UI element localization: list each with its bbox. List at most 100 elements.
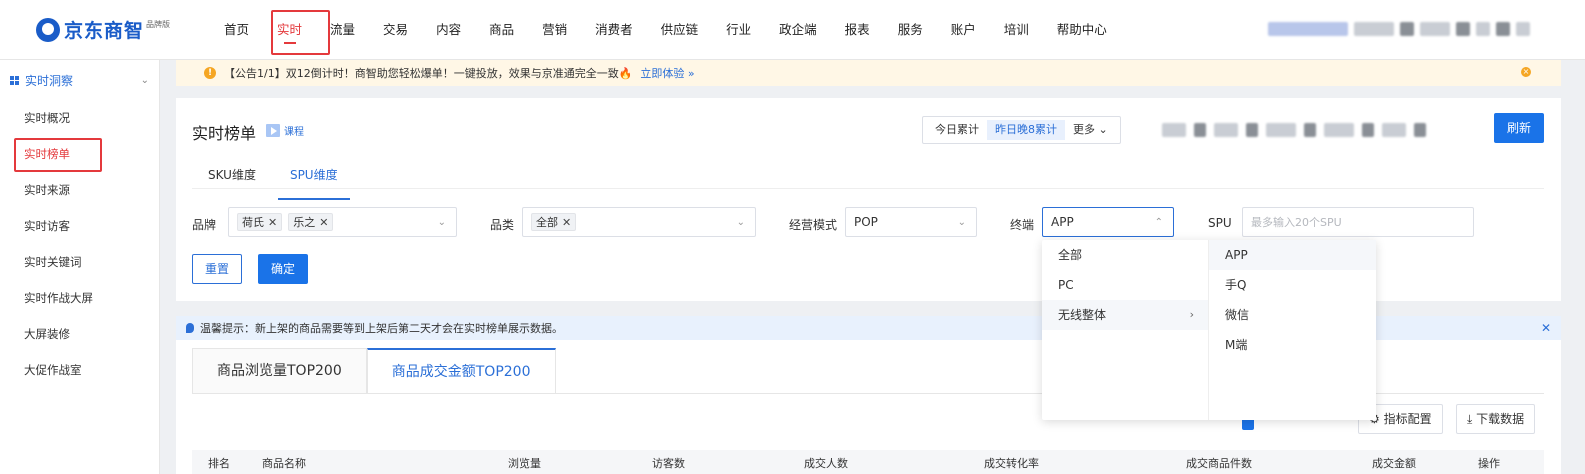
th-units-sold: 成交商品件数 [1186,457,1252,470]
sidebar-item-battle-screen[interactable]: 实时作战大屏 [0,280,159,316]
seg-today-cumulative[interactable]: 今日累计 [927,120,987,140]
reset-button[interactable]: 重置 [192,254,242,284]
blur-block [1496,22,1510,36]
course-link[interactable]: 课程 [266,123,304,138]
spu-label: SPU [1208,216,1232,230]
blur-block [1304,123,1316,137]
th-views: 浏览量 [508,457,541,470]
nav-item-home[interactable]: 首页 [210,0,263,60]
sidebar-item-sources[interactable]: 实时来源 [0,172,159,208]
blur-block [1246,123,1258,137]
seg-more-dropdown[interactable]: 更多 ⌄ [1065,120,1116,140]
option-qq-mobile[interactable]: 手Q [1209,270,1376,300]
option-m-site[interactable]: M端 [1209,330,1376,360]
option-pc[interactable]: PC [1042,270,1208,300]
blur-block [1414,123,1426,137]
logo-text: 京东商智 [64,20,145,42]
nav-item-industry[interactable]: 行业 [712,0,765,60]
tab-views-top200[interactable]: 商品浏览量TOP200 [192,348,367,394]
nav-item-help-center[interactable]: 帮助中心 [1043,0,1121,60]
tag-label: 乐之 [293,216,316,229]
brand-label: 品牌 [192,218,217,232]
chevron-up-icon: ⌃ [1154,217,1163,228]
tag-label: 荷氏 [242,216,264,229]
main-nav: 首页 实时 流量 交易 内容 商品 营销 消费者 供应链 行业 政企端 报表 服… [210,0,1121,60]
close-icon[interactable]: ✕ [319,216,328,229]
cascader-column-1: 全部 PC 无线整体 › [1042,240,1209,420]
blur-block [1382,123,1406,137]
th-gmv: 成交金额 [1372,457,1416,470]
tip-text: 温馨提示：新上架的商品需要等到上架后第二天才会在实时榜单展示数据。 [200,322,563,335]
highlight-box-sidebar-ranking [14,138,102,172]
announcement-text: 【公告1/1】双12倒计时！商智助您轻松爆单！一键投放，效果与京准通完全一致🔥 [224,67,633,80]
terminal-select[interactable]: APP ⌃ [1042,207,1174,237]
chevron-right-icon: › [1189,308,1194,321]
tab-sku-dimension[interactable]: SKU维度 [208,166,256,190]
top-nav-bar: 京东商智 品牌版 首页 实时 流量 交易 内容 商品 营销 消费者 供应链 行业… [0,0,1585,60]
sidebar-item-keywords[interactable]: 实时关键词 [0,244,159,280]
blur-block [1162,123,1186,137]
sidebar-item-promo-war-room[interactable]: 大促作战室 [0,352,159,388]
sidebar-item-screen-decoration[interactable]: 大屏装修 [0,316,159,352]
info-icon [186,323,194,333]
chevron-down-icon: ⌄ [957,217,966,228]
jd-logo[interactable]: 京东商智 品牌版 [36,16,170,43]
close-icon[interactable]: × [1521,67,1531,77]
terminal-value: APP [1051,215,1074,229]
divider [192,188,1544,189]
close-icon[interactable]: ✕ [1541,321,1551,335]
nav-item-account[interactable]: 账户 [937,0,990,60]
nav-item-supply-chain[interactable]: 供应链 [647,0,713,60]
blur-block [1194,123,1206,137]
nav-item-marketing[interactable]: 营销 [528,0,581,60]
warning-icon: ! [204,67,216,79]
nav-item-content[interactable]: 内容 [422,0,475,60]
sidebar: 实时洞察 ⌄ 实时概况 实时榜单 实时来源 实时访客 实时关键词 实时作战大屏 … [0,60,160,474]
brand-tag: 荷氏 ✕ [237,213,283,231]
option-all[interactable]: 全部 [1042,240,1208,270]
close-icon[interactable]: ✕ [562,216,571,229]
category-label: 品类 [490,218,515,232]
announcement-link[interactable]: 立即体验 » [640,65,694,81]
spu-placeholder: 最多输入20个SPU [1251,216,1342,229]
spu-input[interactable]: 最多输入20个SPU [1242,207,1474,237]
option-wireless[interactable]: 无线整体 › [1042,300,1208,330]
option-wechat[interactable]: 微信 [1209,300,1376,330]
seg-yesterday-8pm[interactable]: 昨日晚8累计 [987,120,1065,140]
close-icon[interactable]: ✕ [268,216,277,229]
chevron-down-icon: ⌄ [736,217,745,228]
refresh-button[interactable]: 刷新 [1494,113,1544,143]
course-label: 课程 [284,127,304,138]
option-app[interactable]: APP [1209,240,1376,270]
nav-item-product[interactable]: 商品 [475,0,528,60]
download-data-button[interactable]: ⤓ 下载数据 [1456,404,1536,434]
confirm-button[interactable]: 确定 [258,254,308,284]
page-title: 实时榜单 [192,124,257,143]
nav-item-consumer[interactable]: 消费者 [581,0,647,60]
tab-gmv-top200[interactable]: 商品成交金额TOP200 [366,348,556,394]
nav-item-reports[interactable]: 报表 [831,0,884,60]
blur-block [1516,22,1530,36]
brand-select[interactable]: 荷氏 ✕ 乐之 ✕ ⌄ [228,207,457,237]
logo-subtitle: 品牌版 [146,20,171,29]
sidebar-item-visitors[interactable]: 实时访客 [0,208,159,244]
sidebar-item-overview[interactable]: 实时概况 [0,100,159,136]
tag-label: 全部 [536,216,558,229]
th-conversion-rate: 成交转化率 [984,457,1039,470]
dimension-tabs: SKU维度 SPU维度 [208,166,350,200]
user-info-blurred[interactable] [1268,22,1530,38]
chevron-down-icon: ⌄ [437,217,446,228]
category-select[interactable]: 全部 ✕ ⌄ [522,207,756,237]
chevron-down-icon: ⌄ [140,74,149,86]
sidebar-section-realtime-insight[interactable]: 实时洞察 ⌄ [0,60,159,100]
mode-select[interactable]: POP ⌄ [845,207,977,237]
blur-block [1324,123,1354,137]
nav-item-training[interactable]: 培训 [990,0,1043,60]
cascader-column-2: APP 手Q 微信 M端 [1209,240,1376,420]
nav-item-service[interactable]: 服务 [884,0,937,60]
tab-spu-dimension[interactable]: SPU维度 [278,166,350,200]
nav-item-trade[interactable]: 交易 [369,0,422,60]
mode-label: 经营模式 [789,218,838,232]
nav-item-gov-enterprise[interactable]: 政企端 [765,0,831,60]
blur-block [1476,22,1490,36]
